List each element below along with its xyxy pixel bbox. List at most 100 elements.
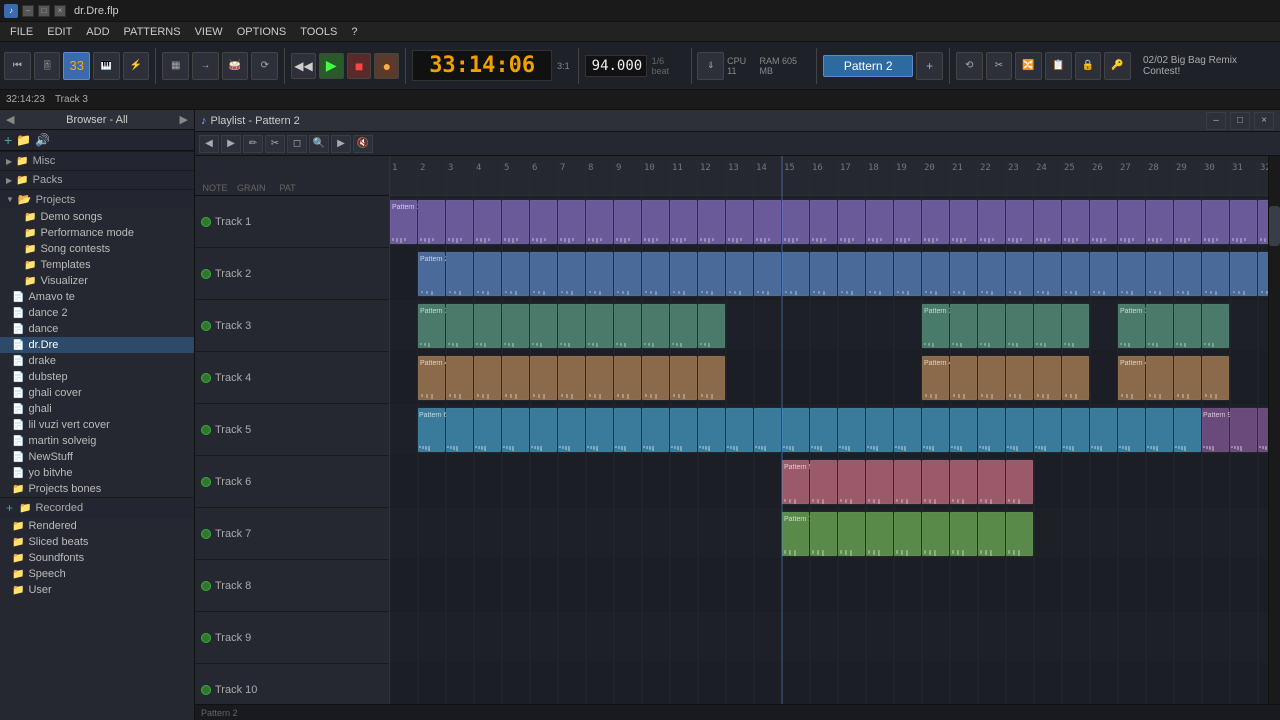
track-header-7[interactable]: Track 7	[195, 508, 389, 560]
col-grain: GRAIN	[237, 183, 266, 193]
toolbar-record-btn[interactable]: ⟳	[251, 52, 278, 80]
sidebar-item-newstuff[interactable]: 📄 NewStuff	[0, 449, 194, 465]
sidebar-item-templates[interactable]: 📁 Templates	[0, 257, 194, 273]
playlist-minimize[interactable]: –	[1206, 112, 1226, 130]
sidebar-nav-left[interactable]: ◀	[6, 113, 14, 126]
tb-close[interactable]: ×	[54, 5, 66, 17]
toolbar-icon5[interactable]: 🔒	[1075, 52, 1102, 80]
sidebar-item-projects[interactable]: ▼ 📂 Projects	[0, 189, 194, 209]
track-header-4[interactable]: Track 4	[195, 352, 389, 404]
sidebar-item-drake[interactable]: 📄 drake	[0, 353, 194, 369]
track-name-8: Track 8	[215, 580, 383, 592]
track-header-10[interactable]: Track 10	[195, 664, 389, 704]
sidebar-icon-folder[interactable]: 📁	[16, 133, 31, 147]
menu-options[interactable]: OPTIONS	[231, 25, 293, 39]
playlist-title: Playlist - Pattern 2	[211, 115, 300, 127]
track-grid[interactable]: 1234567891011121314151617181920212223242…	[390, 156, 1268, 704]
sidebar-icon-add[interactable]: +	[4, 132, 12, 148]
track-header-5[interactable]: Track 5	[195, 404, 389, 456]
sidebar-item-ghali-cover[interactable]: 📄 ghali cover	[0, 385, 194, 401]
bpm-display[interactable]: 94.000	[585, 55, 647, 77]
stop-btn[interactable]: ■	[347, 53, 372, 79]
pt-cut[interactable]: ✂	[265, 135, 285, 153]
sidebar-item-projects-bones[interactable]: 📁 Projects bones	[0, 481, 194, 497]
rewind-btn[interactable]: ◀◀	[291, 53, 316, 79]
rendered-label: Rendered	[28, 520, 76, 532]
toolbar-icon4[interactable]: 📋	[1045, 52, 1072, 80]
sidebar-item-amavo-te[interactable]: 📄 Amavo te	[0, 289, 194, 305]
track-header-2[interactable]: Track 2	[195, 248, 389, 300]
pattern-selector[interactable]: Pattern 2	[823, 55, 913, 77]
toolbar-playlist-btn[interactable]: ▦	[162, 52, 189, 80]
pt-next[interactable]: ▶	[221, 135, 241, 153]
sidebar-item-lil-vuzi[interactable]: 📄 lil vuzi vert cover	[0, 417, 194, 433]
pt-zoom-in[interactable]: 🔍	[309, 135, 329, 153]
menu-help[interactable]: ?	[345, 25, 363, 39]
sidebar-item-visualizer[interactable]: 📁 Visualizer	[0, 273, 194, 289]
toolbar-r-btn[interactable]: ⇓	[697, 52, 724, 80]
menu-add[interactable]: ADD	[80, 25, 115, 39]
sidebar-item-recorded[interactable]: + 📁 Recorded	[0, 497, 194, 518]
menu-view[interactable]: VIEW	[189, 25, 229, 39]
toolbar-icon6[interactable]: 🔑	[1104, 52, 1131, 80]
playlist-scrollbar[interactable]	[1268, 156, 1280, 704]
sidebar-item-sliced-beats[interactable]: 📁 Sliced beats	[0, 534, 194, 550]
track-header-3[interactable]: Track 3	[195, 300, 389, 352]
sidebar-item-dr-dre[interactable]: 📄 dr.Dre	[0, 337, 194, 353]
menu-patterns[interactable]: PATTERNS	[118, 25, 187, 39]
sidebar-item-soundfonts[interactable]: 📁 Soundfonts	[0, 550, 194, 566]
toolbar-icon3[interactable]: 🔀	[1015, 52, 1042, 80]
toolbar-back-btn[interactable]: ⏮	[4, 52, 31, 80]
pt-sel[interactable]: ◻	[287, 135, 307, 153]
tb-maximize[interactable]: □	[38, 5, 50, 17]
track-header-9[interactable]: Track 9	[195, 612, 389, 664]
toolbar-icon2[interactable]: ✂	[986, 52, 1013, 80]
pt-mute[interactable]: 🔇	[353, 135, 373, 153]
toolbar-slap-btn[interactable]: 🥁	[222, 52, 249, 80]
sidebar-header[interactable]: ◀ Browser - All ▶	[0, 110, 194, 130]
toolbar-pattern-display[interactable]: 33	[63, 52, 90, 80]
sidebar-item-ghali[interactable]: 📄 ghali	[0, 401, 194, 417]
sidebar-item-performance-mode[interactable]: 📁 Performance mode	[0, 225, 194, 241]
sidebar-item-rendered[interactable]: 📁 Rendered	[0, 518, 194, 534]
menu-tools[interactable]: TOOLS	[294, 25, 343, 39]
record-btn[interactable]: ●	[374, 53, 399, 79]
pt-add[interactable]: ✏	[243, 135, 263, 153]
sidebar-nav-right[interactable]: ▶	[180, 113, 188, 126]
sidebar-item-demo-songs[interactable]: 📁 Demo songs	[0, 209, 194, 225]
templates-icon: 📁	[24, 260, 36, 271]
sidebar-item-user[interactable]: 📁 User	[0, 582, 194, 598]
menu-file[interactable]: FILE	[4, 25, 39, 39]
menu-edit[interactable]: EDIT	[41, 25, 78, 39]
add-pattern-btn[interactable]: +	[916, 52, 943, 80]
sidebar-icon-speaker[interactable]: 🔊	[35, 133, 50, 147]
pt-play[interactable]: ▶	[331, 135, 351, 153]
sidebar-item-misc[interactable]: ▶ 📁 Misc	[0, 151, 194, 170]
sidebar-item-dance[interactable]: 📄 dance	[0, 321, 194, 337]
tb-minimize[interactable]: –	[22, 5, 34, 17]
sidebar-item-song-contests[interactable]: 📁 Song contests	[0, 241, 194, 257]
sidebar-item-speech[interactable]: 📁 Speech	[0, 566, 194, 582]
song-contests-label: Song contests	[40, 243, 110, 255]
svg-text:11: 11	[672, 163, 683, 173]
toolbar-piano-btn[interactable]: 🎹	[93, 52, 120, 80]
toolbar-link-btn[interactable]: →	[192, 52, 219, 80]
svg-text:26: 26	[1092, 163, 1103, 173]
track-header-6[interactable]: Track 6	[195, 456, 389, 508]
recorded-plus-icon[interactable]: +	[6, 501, 13, 515]
svg-text:2: 2	[420, 163, 425, 173]
sidebar-item-packs[interactable]: ▶ 📁 Packs	[0, 170, 194, 189]
sidebar-item-dubstep[interactable]: 📄 dubstep	[0, 369, 194, 385]
track-header-1[interactable]: Track 1	[195, 196, 389, 248]
toolbar-plugin-btn[interactable]: ⚡	[123, 52, 150, 80]
playlist-close[interactable]: ×	[1254, 112, 1274, 130]
sidebar-item-martin[interactable]: 📄 martin solveig	[0, 433, 194, 449]
play-btn[interactable]: ▶	[319, 53, 344, 79]
sidebar-item-yo-bitvhe[interactable]: 📄 yo bitvhe	[0, 465, 194, 481]
pt-prev[interactable]: ◀	[199, 135, 219, 153]
toolbar-icon1[interactable]: ⟲	[956, 52, 983, 80]
toolbar-mixer-btn[interactable]: 🎚	[34, 52, 61, 80]
playlist-max[interactable]: □	[1230, 112, 1250, 130]
track-header-8[interactable]: Track 8	[195, 560, 389, 612]
sidebar-item-dance-2[interactable]: 📄 dance 2	[0, 305, 194, 321]
